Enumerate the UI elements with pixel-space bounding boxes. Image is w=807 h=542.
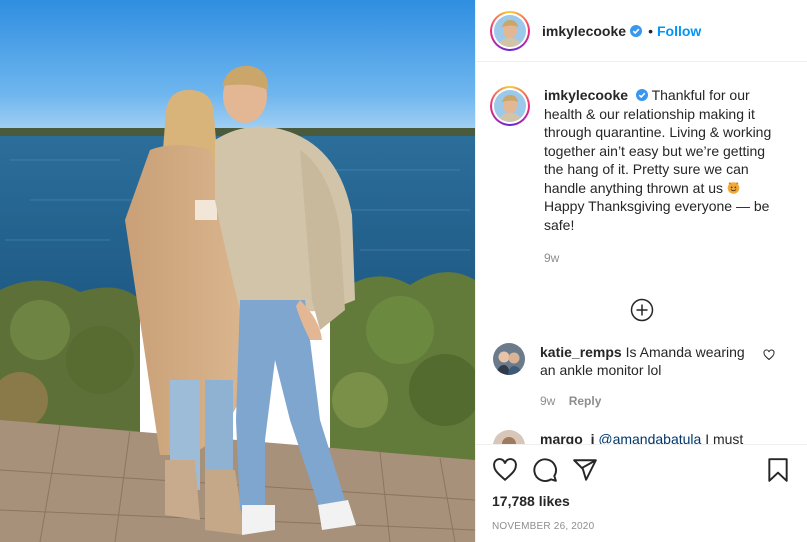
post-image [0, 0, 475, 542]
comment-age: 9w [540, 393, 556, 408]
comment-mention[interactable]: @amandabatula [598, 431, 701, 444]
comment-icon[interactable] [532, 457, 558, 483]
commenter-avatar[interactable] [493, 430, 525, 444]
smiling-face-with-horns-icon [727, 181, 740, 194]
author-avatar-image [494, 14, 526, 47]
author-username[interactable]: imkylecooke [542, 23, 626, 39]
comment-item: margo_j @amandabatula I must [490, 430, 793, 444]
plus-circle-icon[interactable] [630, 298, 654, 322]
reply-button[interactable]: Reply [569, 394, 602, 408]
follow-button[interactable]: Follow [657, 23, 701, 39]
caption-text: Thankful for our health & our relationsh… [544, 87, 772, 196]
post-header: imkylecooke • Follow [476, 0, 807, 62]
share-icon[interactable] [572, 457, 598, 483]
caption-avatar-image [494, 90, 526, 122]
comment-username[interactable]: margo_j [540, 431, 594, 444]
post-date: NOVEMBER 26, 2020 [492, 521, 595, 532]
comment-text: I must [705, 431, 744, 444]
comment-username[interactable]: katie_remps [540, 344, 622, 360]
separator-dot: • [648, 22, 653, 39]
like-count[interactable]: 17,788 likes [492, 493, 791, 509]
caption-text-end: Happy Thanksgiving everyone — be safe! [544, 198, 770, 233]
post-sidebar: imkylecooke • Follow imkylecooke Thankfu… [475, 0, 807, 542]
post-photo[interactable] [0, 0, 475, 542]
commenter-avatar-image [493, 342, 525, 375]
comment-heart-icon[interactable] [763, 348, 775, 361]
comments-list[interactable]: imkylecooke Thankful for our health & ou… [476, 63, 807, 444]
bookmark-icon[interactable] [765, 457, 791, 483]
comment-item: katie_remps Is Amanda wearing an ankle m… [490, 342, 793, 411]
heart-icon[interactable] [492, 457, 518, 483]
author-avatar[interactable] [490, 10, 530, 51]
caption-username[interactable]: imkylecooke [544, 87, 628, 103]
verified-badge-icon [630, 24, 643, 37]
caption-avatar[interactable] [490, 86, 530, 126]
verified-badge-icon [635, 89, 648, 101]
caption: imkylecooke Thankful for our health & ou… [490, 63, 793, 268]
action-bar: 17,788 likes NOVEMBER 26, 2020 [476, 444, 807, 532]
commenter-avatar-image [493, 430, 525, 444]
commenter-avatar[interactable] [493, 342, 525, 375]
caption-age: 9w [544, 251, 560, 265]
load-more-comments[interactable] [490, 298, 793, 322]
